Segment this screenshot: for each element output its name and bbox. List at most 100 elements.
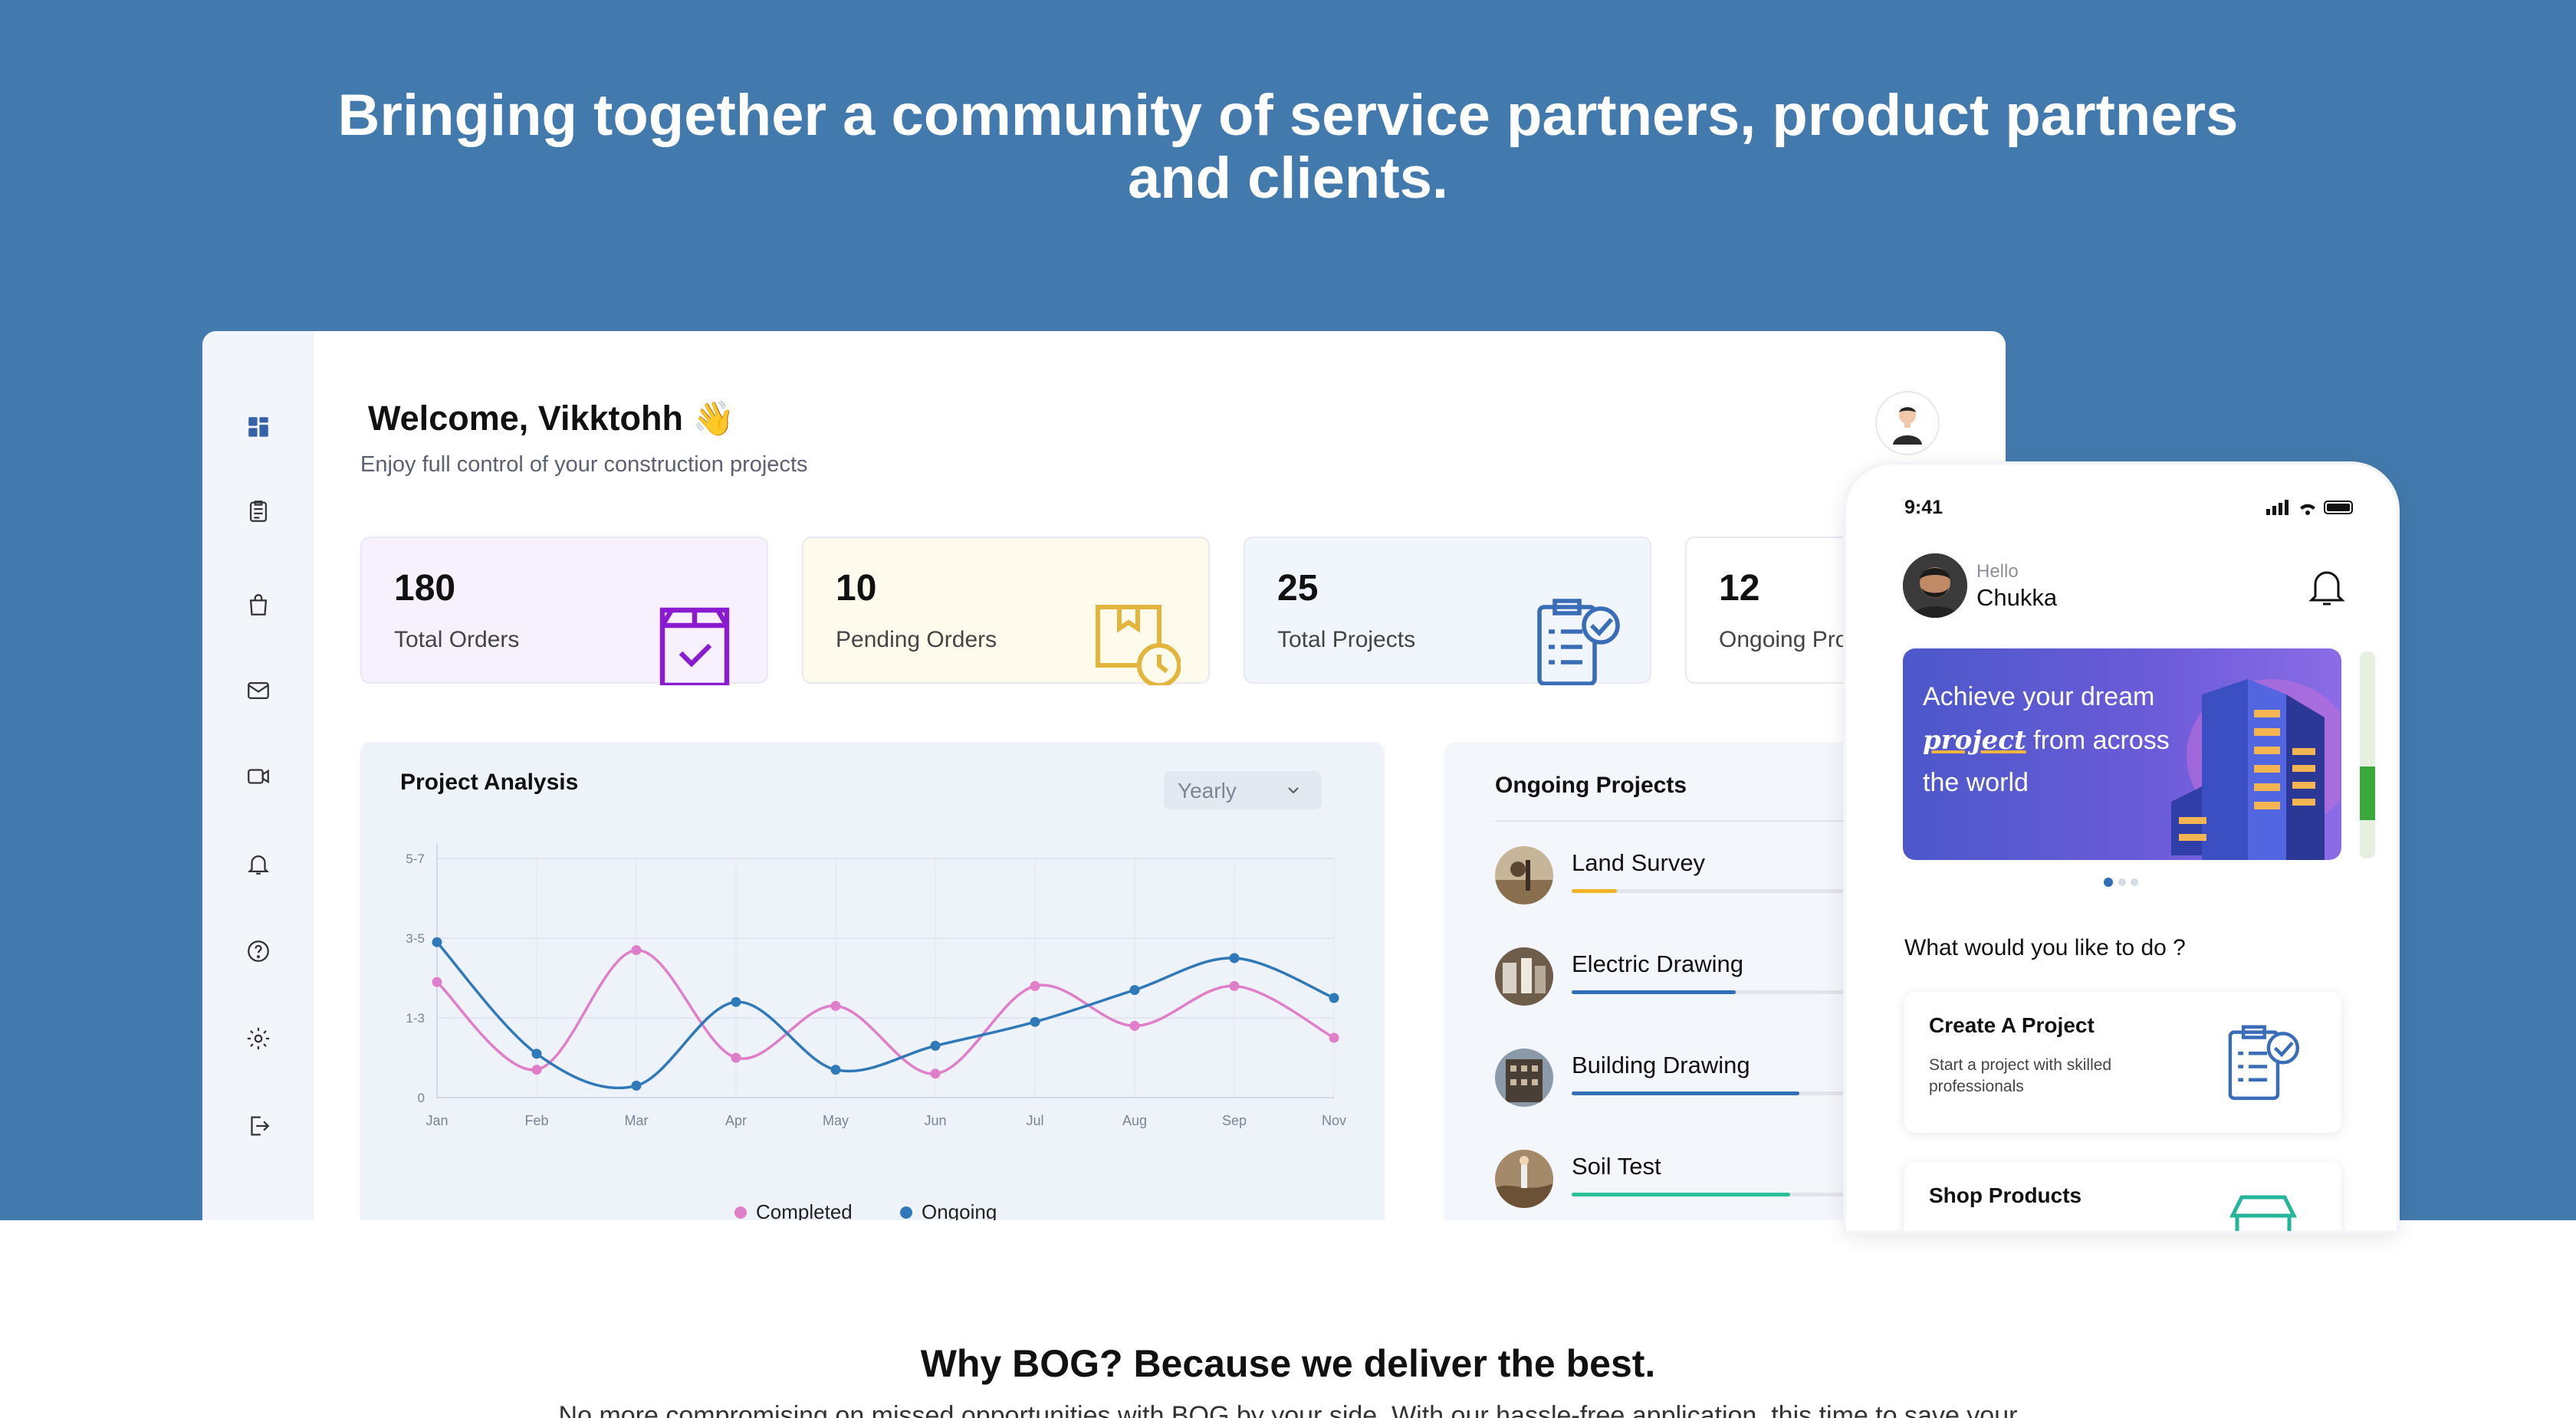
stat-value: 12 xyxy=(1719,568,1760,609)
data-point-ongoing xyxy=(631,1080,642,1091)
banner-line2: project from across xyxy=(1923,725,2170,756)
project-name: Land Survey xyxy=(1572,849,1706,876)
sidebar xyxy=(202,331,314,1220)
bell-icon[interactable] xyxy=(236,842,281,886)
shop-stall-icon xyxy=(2229,1195,2298,1231)
video-icon[interactable] xyxy=(236,754,281,799)
orders-icon[interactable] xyxy=(236,489,281,533)
x-tick-label: May xyxy=(823,1113,849,1128)
progress-fill xyxy=(1572,1091,1799,1095)
x-tick-label: Jan xyxy=(426,1113,448,1128)
x-tick-label: Jun xyxy=(924,1113,946,1128)
progress-fill xyxy=(1572,889,1618,893)
stat-value: 180 xyxy=(394,568,456,609)
data-point-completed xyxy=(631,945,642,956)
data-point-completed xyxy=(1229,980,1240,991)
phone-user-avatar[interactable] xyxy=(1903,553,1967,618)
settings-icon[interactable] xyxy=(236,1016,281,1061)
phone-mockup: 9:41 Hello Chukka Achieve your dream pro… xyxy=(1846,464,2397,1231)
data-point-ongoing xyxy=(1129,985,1140,996)
data-point-ongoing xyxy=(731,996,741,1007)
dashboard-preview: Welcome, Vikktohh 👋 Enjoy full control o… xyxy=(202,331,2006,1220)
y-tick-label: 1-3 xyxy=(406,1011,425,1026)
stat-card-total-orders[interactable]: 180 Total Orders xyxy=(360,537,768,685)
card-title: Shop Products xyxy=(1929,1183,2082,1207)
stat-card-total-projects[interactable]: 25 Total Projects xyxy=(1244,537,1651,685)
project-thumbnail xyxy=(1495,846,1553,904)
y-tick-label: 0 xyxy=(418,1091,425,1105)
phone-question: What would you like to do ? xyxy=(1904,935,2186,960)
data-point-completed xyxy=(930,1068,941,1079)
project-name: Building Drawing xyxy=(1572,1052,1750,1078)
clipboard-check-icon xyxy=(1537,599,1620,685)
x-tick-label: Sep xyxy=(1222,1113,1247,1128)
package-check-icon xyxy=(659,607,730,685)
why-bog-subtitle: No more compromising on missed opportuni… xyxy=(558,1401,2018,1418)
data-point-completed xyxy=(1030,980,1040,991)
phone-hello: Hello xyxy=(1976,561,2019,582)
welcome-subtitle: Enjoy full control of your construction … xyxy=(360,452,808,477)
data-point-ongoing xyxy=(930,1040,941,1051)
building-illustration-icon xyxy=(2171,679,2340,860)
data-point-ongoing xyxy=(432,937,442,947)
phone-user-name: Chukka xyxy=(1976,584,2058,611)
mail-icon[interactable] xyxy=(236,668,281,713)
why-bog-title: Why BOG? Because we deliver the best. xyxy=(920,1342,1656,1385)
card-subtitle: Start a project with skilled professiona… xyxy=(1929,1056,2112,1095)
status-time: 9:41 xyxy=(1904,497,1944,518)
progress-fill xyxy=(1572,1193,1791,1196)
welcome-heading: Welcome, Vikktohh 👋 xyxy=(368,399,734,438)
data-point-ongoing xyxy=(830,1065,841,1075)
promo-banner[interactable]: Achieve your dream project from across t… xyxy=(1903,648,2341,860)
bag-icon[interactable] xyxy=(236,583,281,627)
dashboard-icon[interactable] xyxy=(236,405,281,449)
series-line-ongoing xyxy=(435,941,1335,1090)
data-point-completed xyxy=(531,1065,542,1075)
clipboard-check-icon xyxy=(2228,1025,2300,1101)
x-tick-label: Mar xyxy=(625,1113,649,1128)
x-tick-label: Feb xyxy=(524,1113,548,1128)
y-tick-label: 5-7 xyxy=(406,852,425,866)
progress-fill xyxy=(1572,990,1736,994)
project-thumbnail xyxy=(1495,1049,1553,1107)
banner-line2-text: from across xyxy=(2026,726,2170,755)
x-tick-label: Jul xyxy=(1026,1113,1043,1128)
status-icons xyxy=(2266,500,2353,515)
banner-line1: Achieve your dream xyxy=(1923,682,2155,711)
legend-label-ongoing: Ongoing xyxy=(922,1200,997,1220)
project-thumbnail xyxy=(1495,1150,1553,1208)
data-point-completed xyxy=(432,977,442,987)
carousel-dots[interactable] xyxy=(2101,877,2147,888)
project-name: Soil Test xyxy=(1572,1153,1661,1180)
x-tick-label: Aug xyxy=(1122,1113,1147,1128)
project-analysis-panel: Project Analysis Yearly 0 1-3 3-5 5-7 Jan Feb… xyxy=(360,742,1385,1220)
stat-value: 25 xyxy=(1277,568,1319,609)
project-analysis-chart: 0 1-3 3-5 5-7 Jan Feb Mar Apr May Jun Jul Aug Sep Nov… xyxy=(406,843,1346,1220)
shop-products-card[interactable]: Shop Products xyxy=(1904,1162,2341,1231)
data-point-completed xyxy=(731,1052,741,1063)
create-project-card[interactable]: Create A Project Start a project with sk… xyxy=(1904,992,2341,1133)
data-point-ongoing xyxy=(1030,1016,1040,1027)
legend-marker-ongoing xyxy=(900,1206,912,1219)
legend-marker-completed xyxy=(734,1206,747,1219)
notification-bell-icon[interactable] xyxy=(2308,566,2346,609)
hero-section: Bringing together a community of service… xyxy=(0,0,2576,1231)
x-tick-label: Nov xyxy=(1322,1113,1346,1128)
user-avatar[interactable] xyxy=(1875,391,1940,455)
data-point-completed xyxy=(1329,1032,1339,1043)
stat-label: Total Orders xyxy=(394,627,520,652)
data-point-completed xyxy=(830,1000,841,1011)
data-point-completed xyxy=(1129,1020,1140,1031)
help-icon[interactable] xyxy=(236,929,281,973)
banner-line3: the world xyxy=(1923,768,2029,797)
data-point-ongoing xyxy=(531,1049,542,1059)
next-banner-peek[interactable] xyxy=(2360,652,2375,858)
logout-icon[interactable] xyxy=(236,1104,281,1148)
stat-value: 10 xyxy=(836,568,877,609)
welcome-text: Welcome, Vikktohh xyxy=(368,399,683,438)
peek-accent xyxy=(2360,766,2375,820)
y-tick-label: 3-5 xyxy=(406,931,425,946)
wave-emoji: 👋 xyxy=(692,400,735,438)
box-clock-icon xyxy=(1096,605,1181,685)
stat-card-pending-orders[interactable]: 10 Pending Orders xyxy=(802,537,1210,685)
